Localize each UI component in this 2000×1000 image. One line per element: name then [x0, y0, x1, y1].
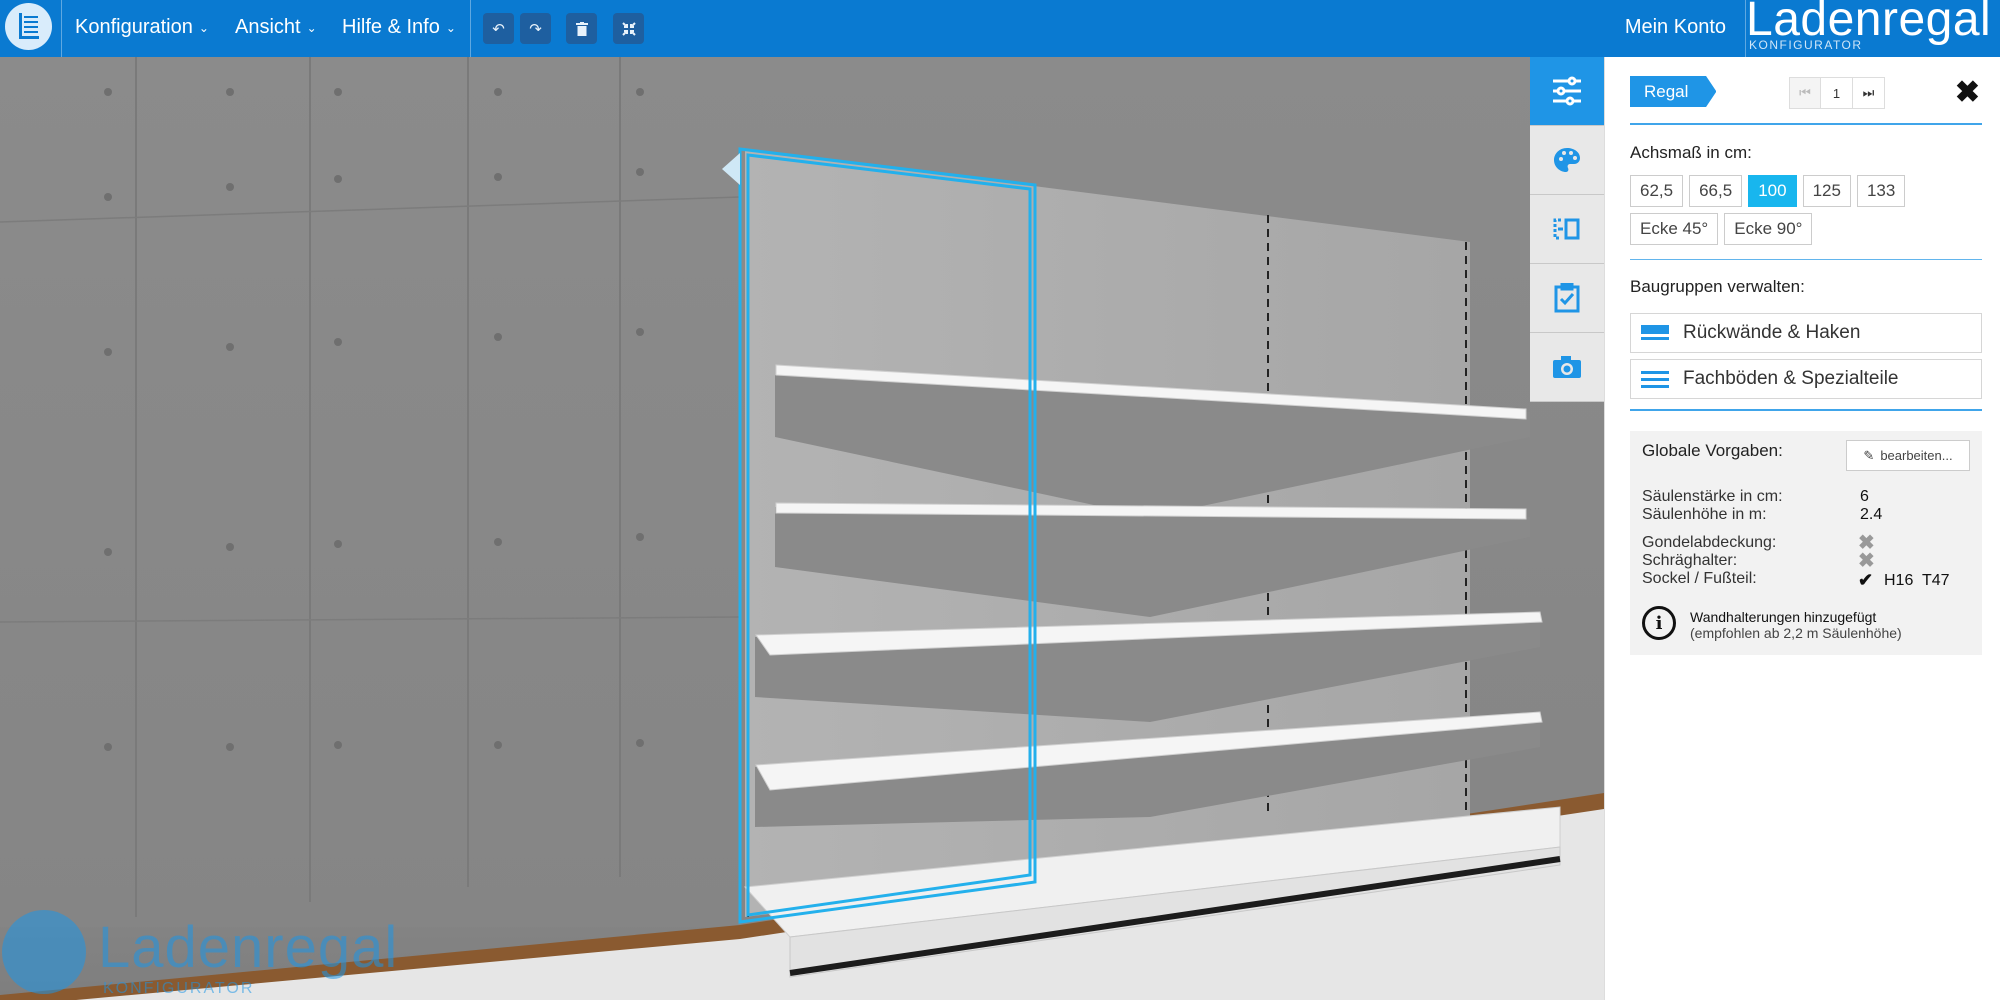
- first-page-button[interactable]: ⏮: [1789, 77, 1821, 109]
- camera-icon: [1553, 356, 1581, 378]
- chevron-down-icon: ⌄: [306, 21, 317, 35]
- axis-option-66-5[interactable]: 66,5: [1689, 175, 1743, 207]
- groups-label: Baugruppen verwalten:: [1630, 277, 1805, 296]
- column-height-label: Säulenhöhe in m:: [1642, 506, 1767, 523]
- tab-screenshot[interactable]: [1530, 333, 1604, 402]
- watermark-subtitle: KONFIGURATOR: [103, 980, 255, 997]
- tab-settings[interactable]: [1530, 57, 1604, 126]
- column-strength-value: 6: [1860, 488, 1869, 505]
- top-bar: Konfiguration ⌄ Ansicht ⌄ Hilfe & Info ⌄ ↶ …: [0, 0, 2000, 57]
- page-number-field[interactable]: 1: [1821, 77, 1853, 109]
- group-shelves-label: Fachböden & Spezialteile: [1683, 368, 1899, 389]
- close-panel-button[interactable]: ✖: [1955, 75, 1980, 110]
- skip-last-icon: ⏭: [1862, 85, 1875, 100]
- logo-icon: [5, 3, 52, 50]
- tab-mirror[interactable]: [1530, 195, 1604, 264]
- menu-konfiguration[interactable]: Konfiguration ⌄: [75, 0, 209, 57]
- trash-icon: [575, 21, 588, 36]
- shelves-icon: [1641, 369, 1669, 389]
- chevron-down-icon: ⌄: [445, 21, 456, 35]
- panel-divider: [1630, 123, 1982, 125]
- cross-icon: ✖: [1858, 550, 1875, 572]
- menu-hilfe-info[interactable]: Hilfe & Info ⌄: [342, 0, 456, 57]
- sliders-icon: [1553, 76, 1581, 106]
- account-link[interactable]: Mein Konto: [1625, 0, 1726, 54]
- redo-button[interactable]: ↷: [520, 13, 551, 44]
- global-settings-title: Globale Vorgaben:: [1642, 441, 1783, 460]
- tab-checklist[interactable]: [1530, 264, 1604, 333]
- axis-option-62-5[interactable]: 62,5: [1630, 175, 1684, 207]
- axis-option-125[interactable]: 125: [1802, 175, 1851, 207]
- watermark-icon: [2, 910, 86, 994]
- group-shelves[interactable]: Fachböden & Spezialteile: [1630, 359, 1982, 399]
- compress-icon: [621, 21, 636, 36]
- edit-button-label: bearbeiten...: [1880, 448, 1953, 463]
- undo-icon: ↶: [492, 20, 505, 38]
- pager: ⏮ 1 ⏭: [1789, 77, 1885, 109]
- base-label: Sockel / Fußteil:: [1642, 570, 1757, 587]
- column-strength-label: Säulenstärke in cm:: [1642, 488, 1783, 505]
- undo-button[interactable]: ↶: [483, 13, 514, 44]
- 3d-viewport[interactable]: Ladenregal KONFIGURATOR: [0, 57, 1604, 1000]
- compress-button[interactable]: [613, 13, 644, 44]
- shelf-3d-render: [0, 57, 1604, 1000]
- group-backwalls[interactable]: Rückwände & Haken: [1630, 313, 1982, 353]
- element-type-tag: Regal: [1630, 76, 1717, 107]
- skip-first-icon: ⏮: [1799, 85, 1811, 100]
- menu-hilfe-label: Hilfe & Info: [342, 16, 440, 38]
- global-settings: Globale Vorgaben: ✎ bearbeiten... Säulen…: [1630, 431, 1982, 655]
- pencil-icon: ✎: [1863, 447, 1875, 463]
- slant-holder-label: Schräghalter:: [1642, 552, 1738, 569]
- info-subtitle: (empfohlen ab 2,2 m Säulenhöhe): [1690, 625, 1902, 641]
- base-h-value: H16: [1884, 572, 1914, 589]
- backwall-icon: [1641, 323, 1669, 343]
- axis-label: Achsmaß in cm:: [1630, 143, 1752, 162]
- menu-ansicht[interactable]: Ansicht ⌄: [235, 0, 317, 57]
- edit-button[interactable]: ✎ bearbeiten...: [1846, 440, 1970, 471]
- check-icon: ✔: [1858, 570, 1874, 590]
- palette-icon: [1554, 148, 1580, 172]
- tab-colors[interactable]: [1530, 126, 1604, 195]
- watermark-name: Ladenregal: [98, 915, 399, 980]
- mirror-icon: [1553, 218, 1580, 240]
- clipboard-check-icon: [1554, 283, 1580, 313]
- menu-konfiguration-label: Konfiguration: [75, 16, 193, 38]
- corner-option-90[interactable]: Ecke 90°: [1724, 213, 1813, 245]
- tool-tabs: [1530, 57, 1604, 405]
- group-backwalls-label: Rückwände & Haken: [1683, 322, 1861, 343]
- base-t-value: T47: [1922, 572, 1950, 589]
- corner-options: Ecke 45° Ecke 90°: [1630, 213, 1813, 245]
- brand-logo: Ladenregal KONFIGURATOR: [1746, 0, 1991, 52]
- axis-option-100[interactable]: 100: [1748, 175, 1797, 207]
- properties-panel: Regal ⏮ 1 ⏭ ✖ Achsmaß in cm: 62,5 66,5 1…: [1604, 57, 2000, 1000]
- close-icon: ✖: [1954, 76, 1980, 109]
- toolbar-divider: [470, 0, 471, 57]
- corner-option-45[interactable]: Ecke 45°: [1630, 213, 1719, 245]
- panel-divider: [1630, 259, 1982, 260]
- axis-option-133[interactable]: 133: [1856, 175, 1906, 207]
- info-title: Wandhalterungen hinzugefügt: [1690, 609, 1877, 625]
- app-logo[interactable]: [0, 0, 62, 57]
- column-height-value: 2.4: [1860, 506, 1883, 523]
- axis-options: 62,5 66,5 100 125 133: [1630, 175, 1906, 207]
- panel-divider: [1630, 409, 1982, 411]
- info-icon: i: [1642, 606, 1676, 640]
- gondola-cover-label: Gondelabdeckung:: [1642, 534, 1777, 551]
- delete-button[interactable]: [566, 13, 597, 44]
- last-page-button[interactable]: ⏭: [1853, 77, 1885, 109]
- chevron-down-icon: ⌄: [198, 21, 209, 35]
- menu-ansicht-label: Ansicht: [235, 16, 301, 38]
- redo-icon: ↷: [529, 20, 542, 38]
